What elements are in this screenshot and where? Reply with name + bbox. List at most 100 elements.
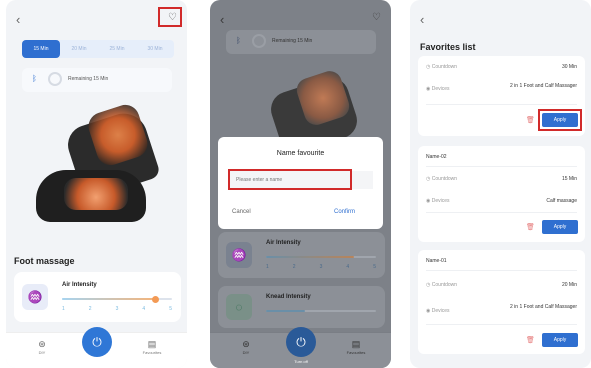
devices-value: 2 in 1 Foot and Calf Massager: [510, 83, 577, 89]
power-icon: ⏻: [92, 335, 102, 349]
back-icon[interactable]: ‹: [220, 12, 224, 27]
tick-label: 4: [346, 264, 350, 270]
tab-label: Favourites: [346, 350, 366, 355]
knead-icon: ◌: [226, 294, 252, 320]
name-favourite-dialog: Name favourite Cancel Confirm: [218, 137, 383, 229]
time-tab[interactable]: 20 Min: [60, 40, 98, 58]
devices-label: ◉ Devices: [426, 308, 450, 314]
cancel-button[interactable]: Cancel: [232, 209, 251, 215]
highlight-box: [228, 169, 352, 190]
countdown-value: 30 Min: [561, 64, 577, 70]
countdown-value: 20 Min: [561, 282, 577, 288]
trash-icon[interactable]: 🗑: [526, 116, 535, 124]
favorite-name: Name-02: [426, 154, 447, 160]
air-intensity-slider[interactable]: [266, 256, 376, 258]
air-intensity-card: ♒ Air Intensity 1 2 3 4 5: [218, 232, 385, 278]
knead-intensity-card: ◌ Knead Intensity: [218, 286, 385, 328]
divider: [426, 104, 577, 105]
back-icon[interactable]: ‹: [420, 12, 424, 27]
massager-foot-glow: [64, 178, 128, 210]
air-intensity-card: ♒ Air Intensity 1 2 3 4 5: [14, 272, 181, 322]
time-tab[interactable]: 30 Min: [136, 40, 174, 58]
countdown-label: ◷ Countdown: [426, 282, 458, 288]
tick-label: 5: [169, 306, 172, 312]
air-icon: ♒: [226, 242, 252, 268]
devices-label: ◉ Devices: [426, 86, 450, 92]
favourites-icon: ▤: [351, 339, 361, 349]
tab-label: DIY: [38, 350, 46, 355]
divider: [426, 324, 577, 325]
remaining-panel: ᛒ Remaining 15 Min: [22, 68, 172, 92]
tab-label: Favourites: [142, 350, 162, 355]
tab-favourites[interactable]: ▤ Favourites: [336, 339, 376, 355]
devices-value: Calf massage: [546, 198, 577, 204]
power-button[interactable]: ⏻: [82, 327, 112, 357]
power-label: Turn off: [90, 359, 104, 364]
air-intensity-slider[interactable]: [62, 295, 172, 303]
air-intensity-label: Air Intensity: [266, 240, 301, 246]
tab-label: DIY: [242, 350, 250, 355]
remaining-text: Remaining 15 Min: [68, 76, 109, 82]
apply-button[interactable]: Apply: [542, 333, 578, 347]
air-intensity-label: Air Intensity: [62, 282, 97, 288]
slider-ticks: 1 2 3 4 5: [62, 306, 172, 312]
tick-label: 2: [88, 306, 92, 312]
devices-label: ◉ Devices: [426, 198, 450, 204]
timer-ring: [48, 72, 62, 86]
countdown-label: ◷ Countdown: [426, 176, 458, 182]
countdown-label: ◷ Countdown: [426, 64, 458, 70]
tick-label: 3: [319, 264, 323, 270]
time-tab[interactable]: 15 Min: [22, 40, 60, 58]
time-tab[interactable]: 25 Min: [98, 40, 136, 58]
bluetooth-icon: ᛒ: [32, 74, 37, 83]
knead-intensity-slider[interactable]: [266, 310, 376, 312]
tab-diy[interactable]: ⊛ DIY: [22, 339, 62, 355]
apply-button[interactable]: Apply: [542, 220, 578, 234]
remaining-panel: ᛒ Remaining 15 Min: [226, 30, 376, 54]
air-icon: ♒: [22, 284, 48, 310]
divider: [426, 166, 577, 167]
screen-favorites-list: ‹ Favorites list ◷ Countdown 30 Min ◉ De…: [410, 0, 591, 368]
divider: [426, 270, 577, 271]
tick-label: 1: [62, 306, 65, 312]
bottom-tabbar: ⊛ DIY ⏻ Turn off ▤ Favourites: [210, 327, 391, 368]
highlight-box: [158, 7, 182, 27]
tab-favourites[interactable]: ▤ Favourites: [132, 339, 172, 355]
tick-label: 5: [373, 264, 376, 270]
remaining-text: Remaining 15 Min: [272, 38, 313, 44]
favorite-name: Name-01: [426, 258, 447, 264]
back-icon[interactable]: ‹: [16, 12, 20, 27]
diy-icon: ⊛: [38, 339, 46, 349]
tab-diy[interactable]: ⊛ DIY: [226, 339, 266, 355]
tick-label: 1: [266, 264, 269, 270]
heart-icon[interactable]: ♡: [372, 12, 381, 23]
slider-knob[interactable]: [152, 295, 159, 303]
tick-label: 3: [115, 306, 119, 312]
highlight-box: [538, 109, 582, 131]
countdown-value: 15 Min: [561, 176, 577, 182]
time-selector: 15 Min 20 Min 25 Min 30 Min: [22, 40, 174, 58]
trash-icon[interactable]: 🗑: [526, 336, 535, 344]
power-label: Turn off: [294, 359, 308, 364]
trash-icon[interactable]: 🗑: [526, 223, 535, 231]
section-title: Foot massage: [14, 256, 75, 266]
devices-value: 2 in 1 Foot and Calf Massager: [510, 304, 577, 310]
power-button[interactable]: ⏻: [286, 327, 316, 357]
favorite-item: Name-02 ◷ Countdown 15 Min ◉ Devices Cal…: [418, 146, 585, 242]
knead-intensity-label: Knead Intensity: [266, 294, 311, 300]
diy-icon: ⊛: [242, 339, 250, 349]
favourites-icon: ▤: [147, 339, 157, 349]
tick-label: 2: [292, 264, 296, 270]
screen-massage-control: ‹ ♡ 15 Min 20 Min 25 Min 30 Min ᛒ Remain…: [6, 0, 187, 368]
divider: [426, 212, 577, 213]
dialog-title: Name favourite: [276, 150, 325, 157]
bluetooth-icon: ᛒ: [236, 36, 241, 45]
slider-ticks: 1 2 3 4 5: [266, 264, 376, 270]
screen-name-favourite: ‹ ♡ ᛒ Remaining 15 Min ♒ Air Intensity 1…: [210, 0, 391, 368]
favorite-item: ◷ Countdown 30 Min ◉ Devices 2 in 1 Foot…: [418, 56, 585, 136]
timer-ring: [252, 34, 266, 48]
power-icon: ⏻: [296, 335, 306, 349]
bottom-tabbar: ⊛ DIY ⏻ Turn off ▤ Favourites: [6, 327, 187, 368]
confirm-button[interactable]: Confirm: [334, 209, 355, 215]
tick-label: 4: [142, 306, 146, 312]
